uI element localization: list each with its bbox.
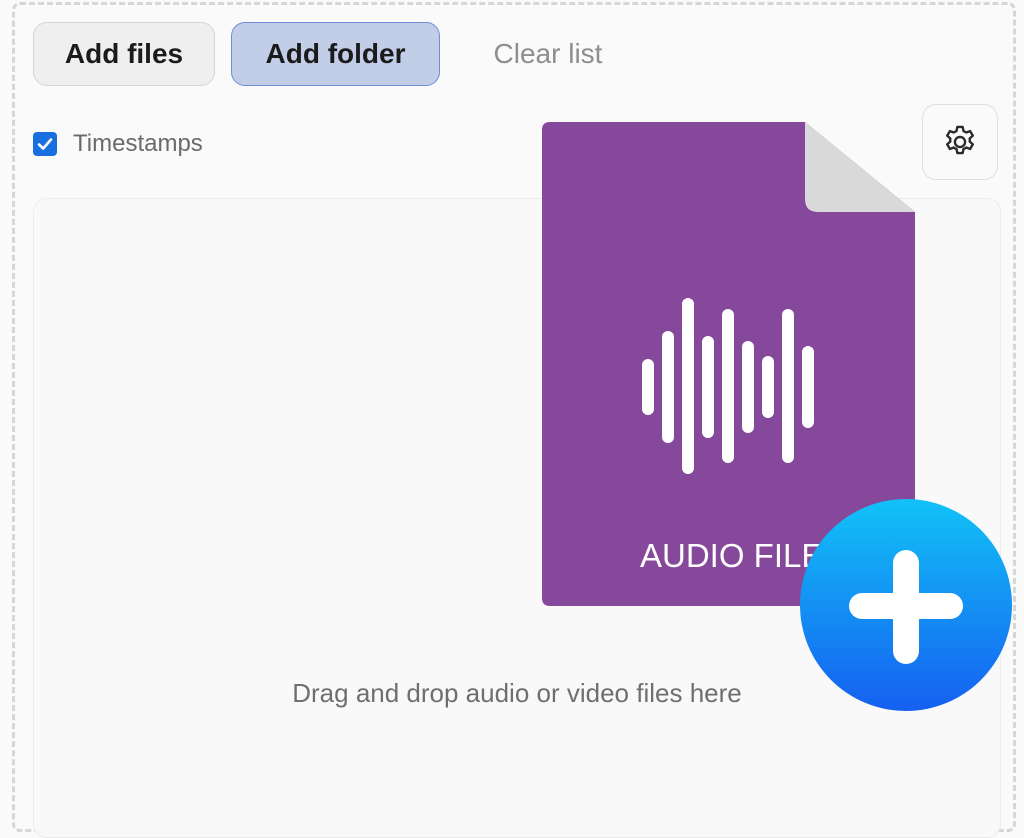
clear-list-button[interactable]: Clear list <box>470 22 626 86</box>
add-files-button[interactable]: Add files <box>33 22 215 86</box>
timestamps-checkbox[interactable] <box>33 132 57 156</box>
audio-file-label: AUDIO FILE <box>640 537 823 574</box>
add-folder-button[interactable]: Add folder <box>231 22 440 86</box>
audio-file-graphic: AUDIO FILE <box>542 122 1012 711</box>
timestamps-option[interactable]: Timestamps <box>33 128 203 160</box>
plus-icon <box>800 499 1012 711</box>
timestamps-label: Timestamps <box>73 130 203 157</box>
checkmark-icon <box>37 138 53 150</box>
